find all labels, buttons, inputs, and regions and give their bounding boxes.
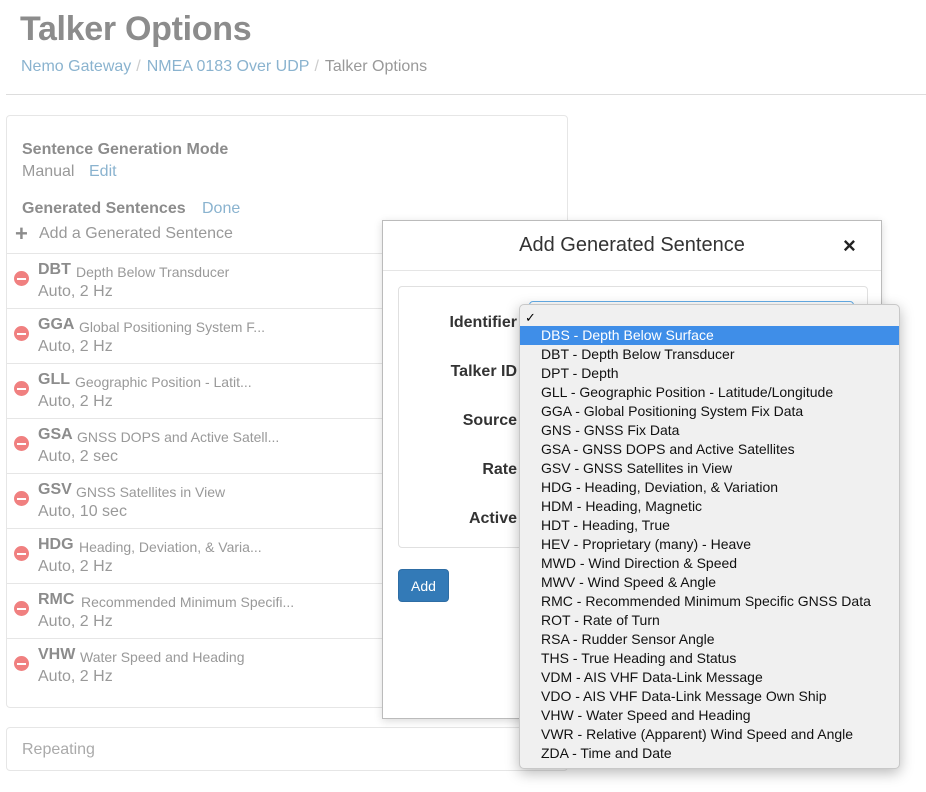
plus-icon: +	[15, 221, 28, 246]
close-icon[interactable]: ×	[843, 233, 856, 259]
repeating-label: Repeating	[22, 741, 95, 758]
dropdown-option[interactable]: THS - True Heading and Status	[520, 649, 899, 668]
breadcrumb-separator: /	[136, 58, 141, 75]
identifier-label: Identifier	[449, 314, 517, 331]
remove-icon[interactable]	[14, 491, 29, 506]
sentence-rate: Auto, 2 Hz	[38, 393, 113, 410]
remove-icon[interactable]	[14, 436, 29, 451]
checkmark-icon: ✓	[525, 310, 536, 325]
sentence-code: GGA	[38, 316, 75, 333]
mode-label: Sentence Generation Mode	[22, 141, 229, 158]
sentence-desc: GNSS Satellites in View	[76, 484, 226, 500]
dropdown-option[interactable]: VHW - Water Speed and Heading	[520, 706, 899, 725]
breadcrumb-separator: /	[314, 58, 319, 75]
sentence-desc: Water Speed and Heading	[80, 649, 245, 665]
remove-icon[interactable]	[14, 601, 29, 616]
dropdown-option[interactable]: RSA - Rudder Sensor Angle	[520, 630, 899, 649]
dropdown-option[interactable]: RMC - Recommended Minimum Specific GNSS …	[520, 592, 899, 611]
sentence-code: DBT	[38, 261, 71, 278]
remove-icon[interactable]	[14, 546, 29, 561]
sentence-code: VHW	[38, 646, 76, 663]
dropdown-option[interactable]: HDT - Heading, True	[520, 516, 899, 535]
sentence-rate: Auto, 2 Hz	[38, 283, 113, 300]
dropdown-option[interactable]: VWR - Relative (Apparent) Wind Speed and…	[520, 725, 899, 744]
rate-label: Rate	[482, 461, 517, 478]
sentence-code: HDG	[38, 536, 74, 553]
sentence-code: GSA	[38, 426, 73, 443]
dropdown-option[interactable]: MWV - Wind Speed & Angle	[520, 573, 899, 592]
dropdown-option[interactable]: DBS - Depth Below Surface	[520, 326, 899, 345]
dropdown-option[interactable]: ROT - Rate of Turn	[520, 611, 899, 630]
breadcrumb-current: Talker Options	[324, 58, 428, 75]
talker-id-label: Talker ID	[450, 363, 517, 380]
sentence-desc: Depth Below Transducer	[76, 264, 230, 280]
breadcrumb-link-nmea[interactable]: NMEA 0183 Over UDP	[147, 58, 310, 76]
dropdown-option[interactable]: GNS - GNSS Fix Data	[520, 421, 899, 440]
sentence-desc: Heading, Deviation, & Varia...	[79, 539, 262, 555]
identifier-dropdown[interactable]: ✓ DBS - Depth Below Surface DBT - Depth B…	[519, 304, 900, 769]
sentence-rate: Auto, 2 Hz	[38, 613, 113, 630]
remove-icon[interactable]	[14, 326, 29, 341]
modal-header: Add Generated Sentence ×	[383, 221, 881, 271]
sentence-code: GSV	[38, 481, 72, 498]
done-link[interactable]: Done	[202, 200, 240, 218]
mode-value: Manual	[22, 163, 75, 180]
dropdown-option[interactable]: GGA - Global Positioning System Fix Data	[520, 402, 899, 421]
sentence-rate: Auto, 2 sec	[38, 448, 119, 465]
add-sentence-row[interactable]: + Add a Generated Sentence	[15, 221, 233, 246]
breadcrumb: Nemo Gateway / NMEA 0183 Over UDP / Talk…	[21, 58, 427, 76]
sentence-desc: GNSS DOPS and Active Satell...	[77, 429, 280, 445]
sentence-desc: Recommended Minimum Specifi...	[81, 594, 295, 610]
dropdown-option[interactable]: HDM - Heading, Magnetic	[520, 497, 899, 516]
dropdown-option[interactable]: GSA - GNSS DOPS and Active Satellites	[520, 440, 899, 459]
remove-icon[interactable]	[14, 271, 29, 286]
dropdown-option[interactable]: HEV - Proprietary (many) - Heave	[520, 535, 899, 554]
sentence-rate: Auto, 2 Hz	[38, 338, 113, 355]
header-divider	[6, 94, 926, 95]
remove-icon[interactable]	[14, 656, 29, 671]
add-button[interactable]: Add	[398, 569, 449, 602]
dropdown-option[interactable]: HDG - Heading, Deviation, & Variation	[520, 478, 899, 497]
sentence-rate: Auto, 2 Hz	[38, 668, 113, 685]
dropdown-option[interactable]: GSV - GNSS Satellites in View	[520, 459, 899, 478]
source-label: Source	[462, 412, 517, 429]
generated-sentences-label: Generated Sentences	[22, 200, 186, 217]
dropdown-options: DBS - Depth Below Surface DBT - Depth Bel…	[520, 326, 899, 763]
dropdown-option[interactable]: VDM - AIS VHF Data-Link Message	[520, 668, 899, 687]
edit-mode-link[interactable]: Edit	[89, 163, 117, 181]
sentence-code: RMC	[38, 591, 75, 608]
sentence-code: GLL	[38, 371, 70, 388]
dropdown-option[interactable]: VDO - AIS VHF Data-Link Message Own Ship	[520, 687, 899, 706]
breadcrumb-link-gateway[interactable]: Nemo Gateway	[21, 58, 131, 76]
sentence-desc: Global Positioning System F...	[79, 319, 265, 335]
dropdown-option[interactable]: GLL - Geographic Position - Latitude/Lon…	[520, 383, 899, 402]
sentence-rate: Auto, 10 sec	[38, 503, 127, 520]
sentence-rate: Auto, 2 Hz	[38, 558, 113, 575]
active-label: Active	[468, 510, 517, 527]
modal-title: Add Generated Sentence	[519, 234, 745, 256]
dropdown-option[interactable]: DPT - Depth	[520, 364, 899, 383]
dropdown-option[interactable]: ZDA - Time and Date	[520, 744, 899, 763]
add-sentence-label: Add a Generated Sentence	[39, 225, 233, 242]
dropdown-option[interactable]: DBT - Depth Below Transducer	[520, 345, 899, 364]
repeating-panel[interactable]: Repeating	[6, 727, 568, 771]
sentence-desc: Geographic Position - Latit...	[75, 374, 252, 390]
dropdown-option[interactable]: MWD - Wind Direction & Speed	[520, 554, 899, 573]
page-title: Talker Options	[20, 10, 252, 48]
remove-icon[interactable]	[14, 381, 29, 396]
